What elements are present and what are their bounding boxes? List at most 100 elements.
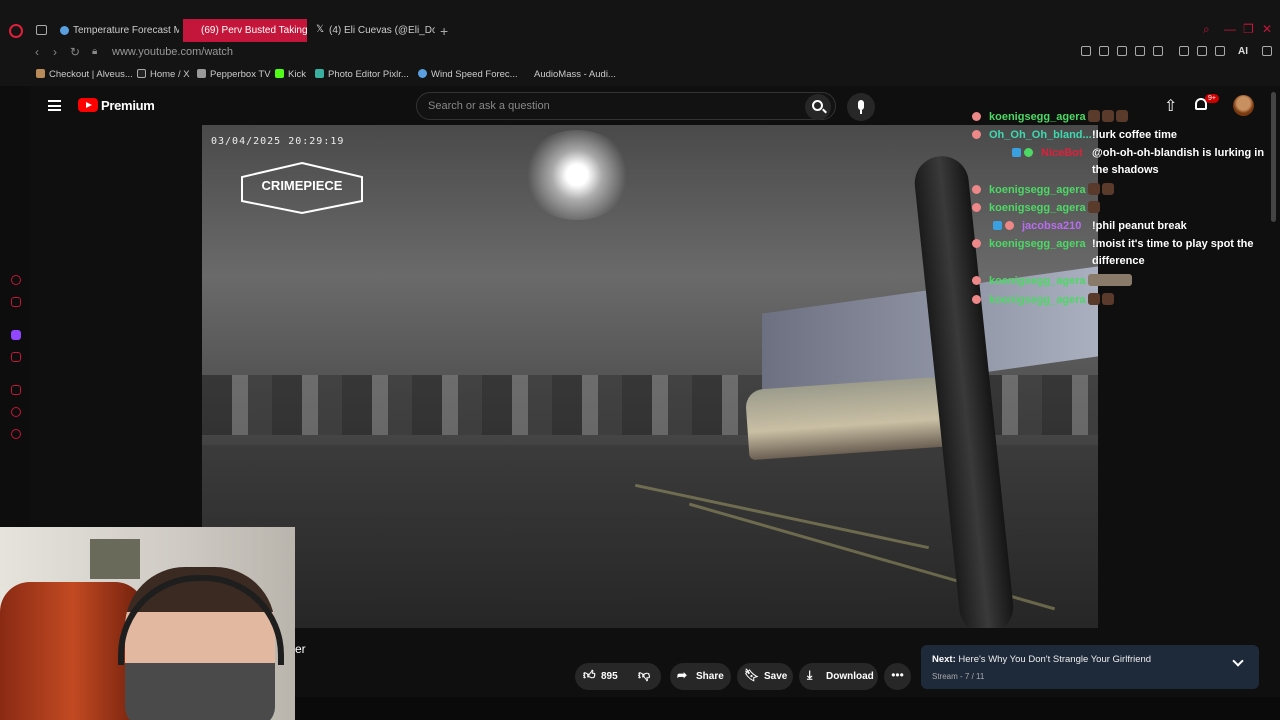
chevron-down-icon[interactable] (1232, 655, 1244, 667)
video-timestamp: 03/04/2025 20:29:19 (211, 136, 345, 147)
maximize-icon[interactable]: ❐ (1243, 22, 1254, 36)
pepperbox-icon (197, 69, 206, 78)
save-button[interactable]: 🔖︎ Save (737, 663, 793, 690)
heart-icon[interactable] (1153, 46, 1163, 56)
download-button[interactable]: ⤓ Download (799, 663, 878, 690)
tab-temperature[interactable]: Temperature Forecast Map (55, 19, 179, 42)
back-icon[interactable]: ‹ (35, 45, 39, 59)
pixlr-icon (315, 69, 324, 78)
chat-message: jacobsa210 (993, 220, 1081, 232)
chat-text: @oh-oh-oh-blandish is lurking in the sha… (1092, 147, 1265, 176)
history-icon[interactable] (11, 275, 21, 285)
youtube-logo-icon[interactable] (78, 98, 98, 112)
percent-icon[interactable] (11, 352, 21, 362)
chat-badge-icon (972, 112, 981, 121)
reload-icon[interactable]: ↻ (70, 45, 80, 59)
chat-message: NiceBot (1012, 147, 1083, 159)
chat-message: koenigsegg_agera (972, 238, 1086, 250)
video-light (522, 130, 632, 220)
youtube-premium-label[interactable]: Premium (101, 98, 155, 113)
search-box[interactable]: Search or ask a question (416, 92, 836, 120)
tab-youtube-video[interactable]: (69) Perv Busted Taking U (183, 19, 307, 42)
chat-text: !phil peanut break (1092, 220, 1187, 232)
bookmark-item[interactable]: Checkout | Alveus... (36, 69, 133, 80)
downloads-icon[interactable] (1215, 46, 1225, 56)
avatar[interactable] (1233, 95, 1254, 116)
dislike-icon[interactable]: 👎︎ (638, 668, 650, 683)
browser-tab-bar: Temperature Forecast Map (69) Perv Buste… (0, 0, 1280, 42)
chat-message: koenigsegg_agera (972, 183, 1114, 196)
close-window-icon[interactable]: ✕ (1262, 22, 1272, 36)
tab-x-profile[interactable]: 𝕏 (4) Eli Cuevas (@Eli_Double (311, 19, 435, 42)
tab-menu-icon[interactable] (36, 25, 47, 35)
webcam-shelf (90, 539, 140, 579)
crimepiece-logo: CRIMEPIECE (240, 161, 364, 215)
forward-icon[interactable]: › (53, 45, 57, 59)
url-field[interactable]: www.youtube.com/watch (112, 46, 233, 58)
minimize-icon[interactable]: — (1224, 22, 1236, 36)
bookmark-item[interactable]: Pepperbox TV (197, 69, 271, 80)
chat-message: koenigsegg_agera (972, 110, 1128, 123)
video-title-area: er (295, 640, 306, 658)
menu-icon[interactable] (1262, 46, 1272, 56)
next-up-title: Next: Here's Why You Don't Strangle Your… (932, 654, 1152, 665)
scrollbar[interactable] (1271, 92, 1276, 222)
chat-message: Oh_Oh_Oh_bland... (972, 129, 1092, 141)
video-player[interactable]: 03/04/2025 20:29:19 CRIMEPIECE (202, 125, 1098, 628)
wallet-icon[interactable] (11, 297, 21, 307)
bookmark-item[interactable]: Home / X (137, 69, 190, 80)
bookmark-item[interactable]: AudioMass - Audi... (521, 69, 616, 80)
bookmark-item[interactable]: Kick (275, 69, 306, 80)
voice-search-button[interactable] (847, 93, 875, 121)
search-tabs-icon[interactable]: ⌕ (1203, 22, 1210, 37)
chat-badge-icon (972, 130, 981, 139)
tab-label: Temperature Forecast Map (73, 25, 179, 36)
ai-button[interactable]: AI (1238, 46, 1248, 57)
chat-badge-icon (972, 239, 981, 248)
next-up-card[interactable]: Next: Here's Why You Don't Strangle Your… (921, 645, 1259, 689)
chat-message: koenigsegg_agera (972, 274, 1132, 287)
snapshot-icon[interactable] (1099, 46, 1109, 56)
bookmark-favicon-icon (36, 69, 45, 78)
chat-message: koenigsegg_agera (972, 293, 1114, 306)
chat-badge-icon (972, 276, 981, 285)
chat-badge-icon (972, 203, 981, 212)
play-icon[interactable] (1135, 46, 1145, 56)
next-up-stream: Stream - 7 / 11 (932, 672, 985, 681)
x-logo-icon: 𝕏 (316, 24, 325, 35)
share-button[interactable]: ➦ Share (670, 663, 731, 690)
download-label: Download (826, 671, 874, 682)
notes-icon[interactable] (11, 385, 21, 395)
new-tab-button[interactable]: + (440, 23, 448, 39)
settings-gear-icon[interactable] (11, 429, 21, 439)
shield-icon[interactable] (1117, 46, 1127, 56)
chat-badge-icon (1005, 221, 1014, 230)
like-count[interactable]: 895 (601, 671, 618, 682)
like-icon[interactable]: 👍︎ (583, 668, 596, 683)
more-actions-button[interactable]: ••• (884, 663, 911, 690)
webcam-overlay (0, 527, 295, 720)
video-title: er (295, 642, 306, 656)
extensions-icon[interactable] (1179, 46, 1189, 56)
bookmark-item[interactable]: Photo Editor Pixlr... (315, 69, 409, 80)
chat-text: !moist it's time to play spot the differ… (1092, 238, 1254, 267)
hamburger-menu-icon[interactable] (48, 100, 61, 111)
save-label: Save (764, 671, 788, 682)
bookmark-icon[interactable] (1081, 46, 1091, 56)
bookmark-item[interactable]: Wind Speed Forec... (418, 69, 518, 80)
share-icon: ➦ (677, 668, 688, 682)
globe-icon (418, 69, 427, 78)
x-logo-icon (137, 69, 146, 78)
video-suv (744, 375, 960, 461)
share-label: Share (696, 671, 724, 682)
kick-icon (275, 69, 284, 78)
twitch-icon[interactable] (11, 330, 21, 340)
lock-icon: 🔒︎ (92, 46, 98, 57)
upload-icon[interactable]: ⇧ (1164, 96, 1177, 116)
account-icon[interactable] (1197, 46, 1207, 56)
search-input[interactable]: Search or ask a question (428, 100, 550, 112)
search-button[interactable] (805, 94, 831, 120)
clock-icon[interactable] (11, 407, 21, 417)
chat-badge-icon (972, 295, 981, 304)
opera-logo-icon[interactable] (9, 24, 23, 38)
